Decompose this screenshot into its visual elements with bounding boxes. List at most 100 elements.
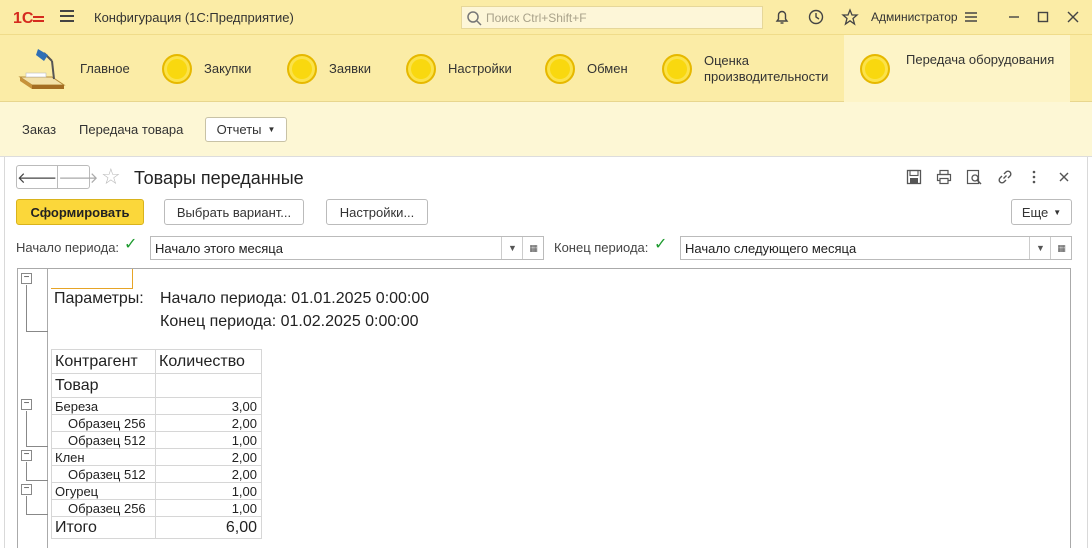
- preview-icon[interactable]: [965, 168, 983, 186]
- report-spreadsheet[interactable]: − Параметры: Начало периода: 01.01.2025 …: [17, 268, 1071, 548]
- form-close-icon[interactable]: [1055, 168, 1073, 186]
- row-qty[interactable]: 1,00: [155, 431, 262, 449]
- period-start-value: Начало этого месяца: [155, 240, 283, 256]
- title-bar: 1С Конфигурация (1С:Предприятие) Поиск C…: [0, 0, 1092, 34]
- search-input[interactable]: Поиск Ctrl+Shift+F: [461, 6, 763, 29]
- dropdown-arrow-icon[interactable]: ▼: [1029, 237, 1051, 259]
- table-row[interactable]: Огурец 1,00: [51, 482, 262, 500]
- search-icon: [467, 10, 482, 26]
- period-end-field[interactable]: Начало следующего месяца ▼ ▦: [680, 236, 1072, 260]
- row-qty[interactable]: 2,00: [155, 465, 262, 483]
- section-performance[interactable]: Оценка производительности: [662, 35, 842, 102]
- section-label: Передача оборудования: [906, 51, 1055, 67]
- collapse-group-icon[interactable]: −: [21, 273, 32, 284]
- search-placeholder: Поиск Ctrl+Shift+F: [486, 10, 587, 25]
- link-icon[interactable]: [996, 168, 1014, 186]
- form-title: Товары переданные: [134, 168, 304, 188]
- collapse-group-icon[interactable]: −: [21, 399, 32, 410]
- section-circle-icon: [662, 53, 692, 84]
- row-name[interactable]: Образец 512: [51, 465, 156, 483]
- back-arrow-icon[interactable]: 🡐: [17, 166, 59, 188]
- section-label: Оценка производительности: [704, 52, 829, 84]
- table-row[interactable]: Клен 2,00: [51, 448, 262, 466]
- table-row[interactable]: Образец 256 1,00: [51, 499, 262, 517]
- history-icon[interactable]: [807, 8, 825, 26]
- maximize-icon[interactable]: [1034, 8, 1052, 26]
- collapse-group-icon[interactable]: −: [21, 450, 32, 461]
- row-qty[interactable]: 2,00: [155, 448, 262, 466]
- settings-menu-icon[interactable]: [962, 8, 980, 26]
- param-start: Начало периода: 01.01.2025 0:00:00: [160, 290, 430, 307]
- dropdown-arrow-icon[interactable]: ▼: [501, 237, 523, 259]
- param-end: Конец периода: 01.02.2025 0:00:00: [160, 313, 419, 330]
- section-main[interactable]: Главное: [18, 35, 138, 102]
- table-row[interactable]: Образец 512 1,00: [51, 431, 262, 449]
- link-order[interactable]: Заказ: [22, 122, 56, 137]
- section-circle-icon: [860, 53, 890, 84]
- reports-dropdown-button[interactable]: Отчеты ▼: [205, 117, 287, 142]
- selected-cell[interactable]: [51, 269, 133, 289]
- user-name[interactable]: Администратор: [871, 10, 958, 24]
- main-menu-icon[interactable]: [60, 10, 74, 22]
- more-actions-icon[interactable]: [1025, 168, 1043, 186]
- section-requests[interactable]: Заявки: [287, 35, 392, 102]
- forward-arrow-icon[interactable]: 🡒: [58, 166, 98, 188]
- calendar-icon[interactable]: ▦: [522, 237, 544, 259]
- group-line: [26, 496, 27, 514]
- bell-icon[interactable]: [773, 8, 791, 26]
- sections-panel: Главное Закупки Заявки Настройки Обмен О…: [0, 34, 1092, 102]
- group-line: [26, 514, 48, 515]
- report-table: Контрагент Количество Товар Береза 3,00 О…: [51, 349, 262, 539]
- section-exchange[interactable]: Обмен: [545, 35, 650, 102]
- navigation-buttons: 🡐 🡒: [16, 165, 98, 189]
- header-product[interactable]: Товар: [51, 373, 156, 398]
- section-settings[interactable]: Настройки: [406, 35, 531, 102]
- total-label[interactable]: Итого: [51, 516, 156, 539]
- save-icon[interactable]: [905, 168, 923, 186]
- section-circle-icon: [162, 53, 192, 84]
- header-row: Контрагент Количество: [51, 349, 262, 374]
- 1c-logo-icon[interactable]: 1С: [13, 8, 45, 26]
- period-end-checkbox[interactable]: ✓: [654, 237, 670, 253]
- row-name[interactable]: Клен: [51, 448, 156, 466]
- row-qty[interactable]: 1,00: [155, 499, 262, 517]
- row-name[interactable]: Образец 256: [51, 414, 156, 432]
- favorites-star-icon[interactable]: [841, 8, 859, 26]
- section-equipment-transfer[interactable]: Передача оборудования: [844, 35, 1070, 102]
- svg-text:1С: 1С: [13, 10, 34, 26]
- more-label: Еще: [1021, 204, 1049, 220]
- row-name[interactable]: Огурец: [51, 482, 156, 500]
- total-value[interactable]: 6,00: [155, 516, 262, 539]
- more-button[interactable]: Еще ▼: [1011, 199, 1072, 225]
- period-start-checkbox[interactable]: ✓: [124, 237, 140, 253]
- add-to-favorites-star-icon[interactable]: ☆: [101, 165, 121, 189]
- minimize-icon[interactable]: [1005, 8, 1023, 26]
- table-row[interactable]: Береза 3,00: [51, 397, 262, 415]
- generate-button[interactable]: Сформировать: [16, 199, 144, 225]
- collapse-group-icon[interactable]: −: [21, 484, 32, 495]
- section-label: Обмен: [587, 60, 628, 76]
- row-qty[interactable]: 2,00: [155, 414, 262, 432]
- row-qty[interactable]: 3,00: [155, 397, 262, 415]
- table-row[interactable]: Образец 256 2,00: [51, 414, 262, 432]
- row-name[interactable]: Образец 512: [51, 431, 156, 449]
- header-quantity[interactable]: Количество: [155, 349, 262, 374]
- settings-button[interactable]: Настройки...: [326, 199, 428, 225]
- row-qty[interactable]: 1,00: [155, 482, 262, 500]
- header-counterparty[interactable]: Контрагент: [51, 349, 156, 374]
- row-name[interactable]: Береза: [51, 397, 156, 415]
- row-name[interactable]: Образец 256: [51, 499, 156, 517]
- group-line: [26, 331, 48, 332]
- choose-variant-button[interactable]: Выбрать вариант...: [164, 199, 304, 225]
- reports-label: Отчеты: [216, 122, 262, 137]
- total-row[interactable]: Итого 6,00: [51, 516, 262, 539]
- group-line: [26, 480, 48, 481]
- table-row[interactable]: Образец 512 2,00: [51, 465, 262, 483]
- print-icon[interactable]: [935, 168, 953, 186]
- close-icon[interactable]: [1064, 8, 1082, 26]
- calendar-icon[interactable]: ▦: [1050, 237, 1072, 259]
- link-goods-transfer[interactable]: Передача товара: [79, 122, 183, 137]
- period-start-field[interactable]: Начало этого месяца ▼ ▦: [150, 236, 544, 260]
- section-purchases[interactable]: Закупки: [162, 35, 272, 102]
- period-end-value: Начало следующего месяца: [685, 240, 857, 256]
